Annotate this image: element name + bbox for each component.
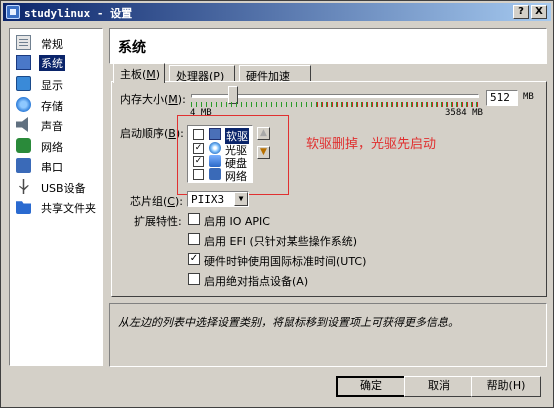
boot-order-label-text: 启动顺序	[120, 127, 164, 140]
page-title: 系统	[118, 40, 146, 56]
app-icon	[6, 5, 20, 19]
sidebar-item-general[interactable]: 常规	[13, 33, 101, 52]
sidebar-item-label: 显示	[41, 79, 63, 92]
description-text: 从左边的列表中选择设置类别，将鼠标移到设置项上可获得更多信息。	[118, 316, 459, 329]
sidebar-item-label: 串口	[41, 161, 63, 174]
boot-order-key: B	[168, 127, 176, 140]
sidebar-item-label: 系统	[39, 55, 65, 71]
sidebar-item-label: 共享文件夹	[41, 202, 96, 215]
storage-icon	[16, 97, 31, 112]
absolute-pointing-checkbox[interactable]	[188, 273, 200, 285]
annotation-text: 软驱删掉，光驱先启动	[306, 137, 437, 152]
description-panel: 从左边的列表中选择设置类别，将鼠标移到设置项上可获得更多信息。	[109, 303, 547, 367]
window-title: studylinux - 设置	[24, 7, 133, 20]
memory-unit: MB	[523, 92, 534, 102]
ok-button[interactable]: 确定	[336, 376, 406, 397]
boot-order-label: 启动顺序(B):	[120, 127, 184, 140]
annotation-box	[177, 115, 289, 195]
tab-label: 主板	[120, 68, 142, 81]
tab-motherboard[interactable]: 主板(M)	[113, 63, 165, 83]
settings-dialog: studylinux - 设置 ? X 常规 系统 显示 存储 声音 网络 串口…	[0, 0, 554, 408]
sidebar-item-label: 常规	[41, 38, 63, 51]
sidebar-item-label: 存储	[41, 100, 63, 113]
audio-icon	[16, 117, 28, 132]
sidebar-item-label: USB设备	[41, 182, 86, 195]
memory-slider-ticks-overcommit	[317, 102, 479, 107]
usb-icon	[19, 179, 29, 194]
system-icon	[16, 55, 31, 70]
category-list[interactable]: 常规 系统 显示 存储 声音 网络 串口 USB设备 共享文件夹	[9, 28, 103, 366]
sidebar-item-storage[interactable]: 存储	[13, 95, 101, 114]
sidebar-item-display[interactable]: 显示	[13, 74, 101, 93]
display-icon	[16, 76, 31, 91]
efi-checkbox[interactable]	[188, 233, 200, 245]
io-apic-label[interactable]: 启用 IO APIC	[204, 213, 270, 229]
sidebar-item-label: 声音	[41, 120, 63, 133]
tab-key: M	[146, 68, 156, 81]
serial-port-icon	[16, 158, 31, 173]
memory-size-input[interactable]: 512	[486, 90, 518, 106]
io-apic-checkbox[interactable]	[188, 213, 200, 225]
help-button[interactable]: 帮助(H)	[471, 376, 541, 397]
utc-clock-checkbox[interactable]: ✓	[188, 253, 200, 265]
absolute-pointing-label[interactable]: 启用绝对指点设备(A)	[204, 273, 308, 289]
sidebar-item-audio[interactable]: 声音	[13, 115, 101, 134]
chipset-key: C	[167, 195, 175, 208]
sidebar-item-system[interactable]: 系统	[13, 53, 101, 72]
memory-max-label: 3584 MB	[445, 108, 483, 118]
cancel-button[interactable]: 取消	[404, 376, 474, 397]
chipset-value: PIIX3	[191, 193, 225, 206]
shared-folder-icon	[16, 201, 31, 214]
chevron-down-icon[interactable]: ▼	[234, 192, 248, 206]
memory-key: M	[168, 93, 178, 106]
memory-label: 内存大小(M):	[120, 93, 186, 106]
general-icon	[16, 35, 31, 50]
sidebar-item-label: 网络	[41, 141, 63, 154]
tab-processor[interactable]: 处理器(P)	[169, 65, 235, 83]
sidebar-item-shared-folders[interactable]: 共享文件夹	[13, 197, 101, 216]
features-label: 扩展特性:	[134, 215, 182, 228]
chipset-label-text: 芯片组	[130, 195, 163, 208]
close-button[interactable]: X	[531, 5, 547, 19]
sidebar-item-serial-port[interactable]: 串口	[13, 156, 101, 175]
tab-acceleration[interactable]: 硬件加速	[239, 65, 311, 83]
page-header: 系统	[109, 28, 547, 64]
chipset-select[interactable]: PIIX3 ▼	[187, 191, 249, 207]
efi-label[interactable]: 启用 EFI (只针对某些操作系统)	[204, 233, 357, 249]
utc-clock-label[interactable]: 硬件时钟使用国际标准时间(UTC)	[204, 253, 366, 269]
features-label-text: 扩展特性	[134, 215, 178, 228]
sidebar-item-usb[interactable]: USB设备	[13, 177, 101, 196]
network-icon	[16, 138, 31, 153]
help-title-button[interactable]: ?	[513, 5, 529, 19]
memory-label-text: 内存大小	[120, 93, 164, 106]
chipset-label: 芯片组(C):	[130, 195, 183, 208]
sidebar-item-network[interactable]: 网络	[13, 136, 101, 155]
title-bar[interactable]: studylinux - 设置 ? X	[3, 3, 551, 21]
